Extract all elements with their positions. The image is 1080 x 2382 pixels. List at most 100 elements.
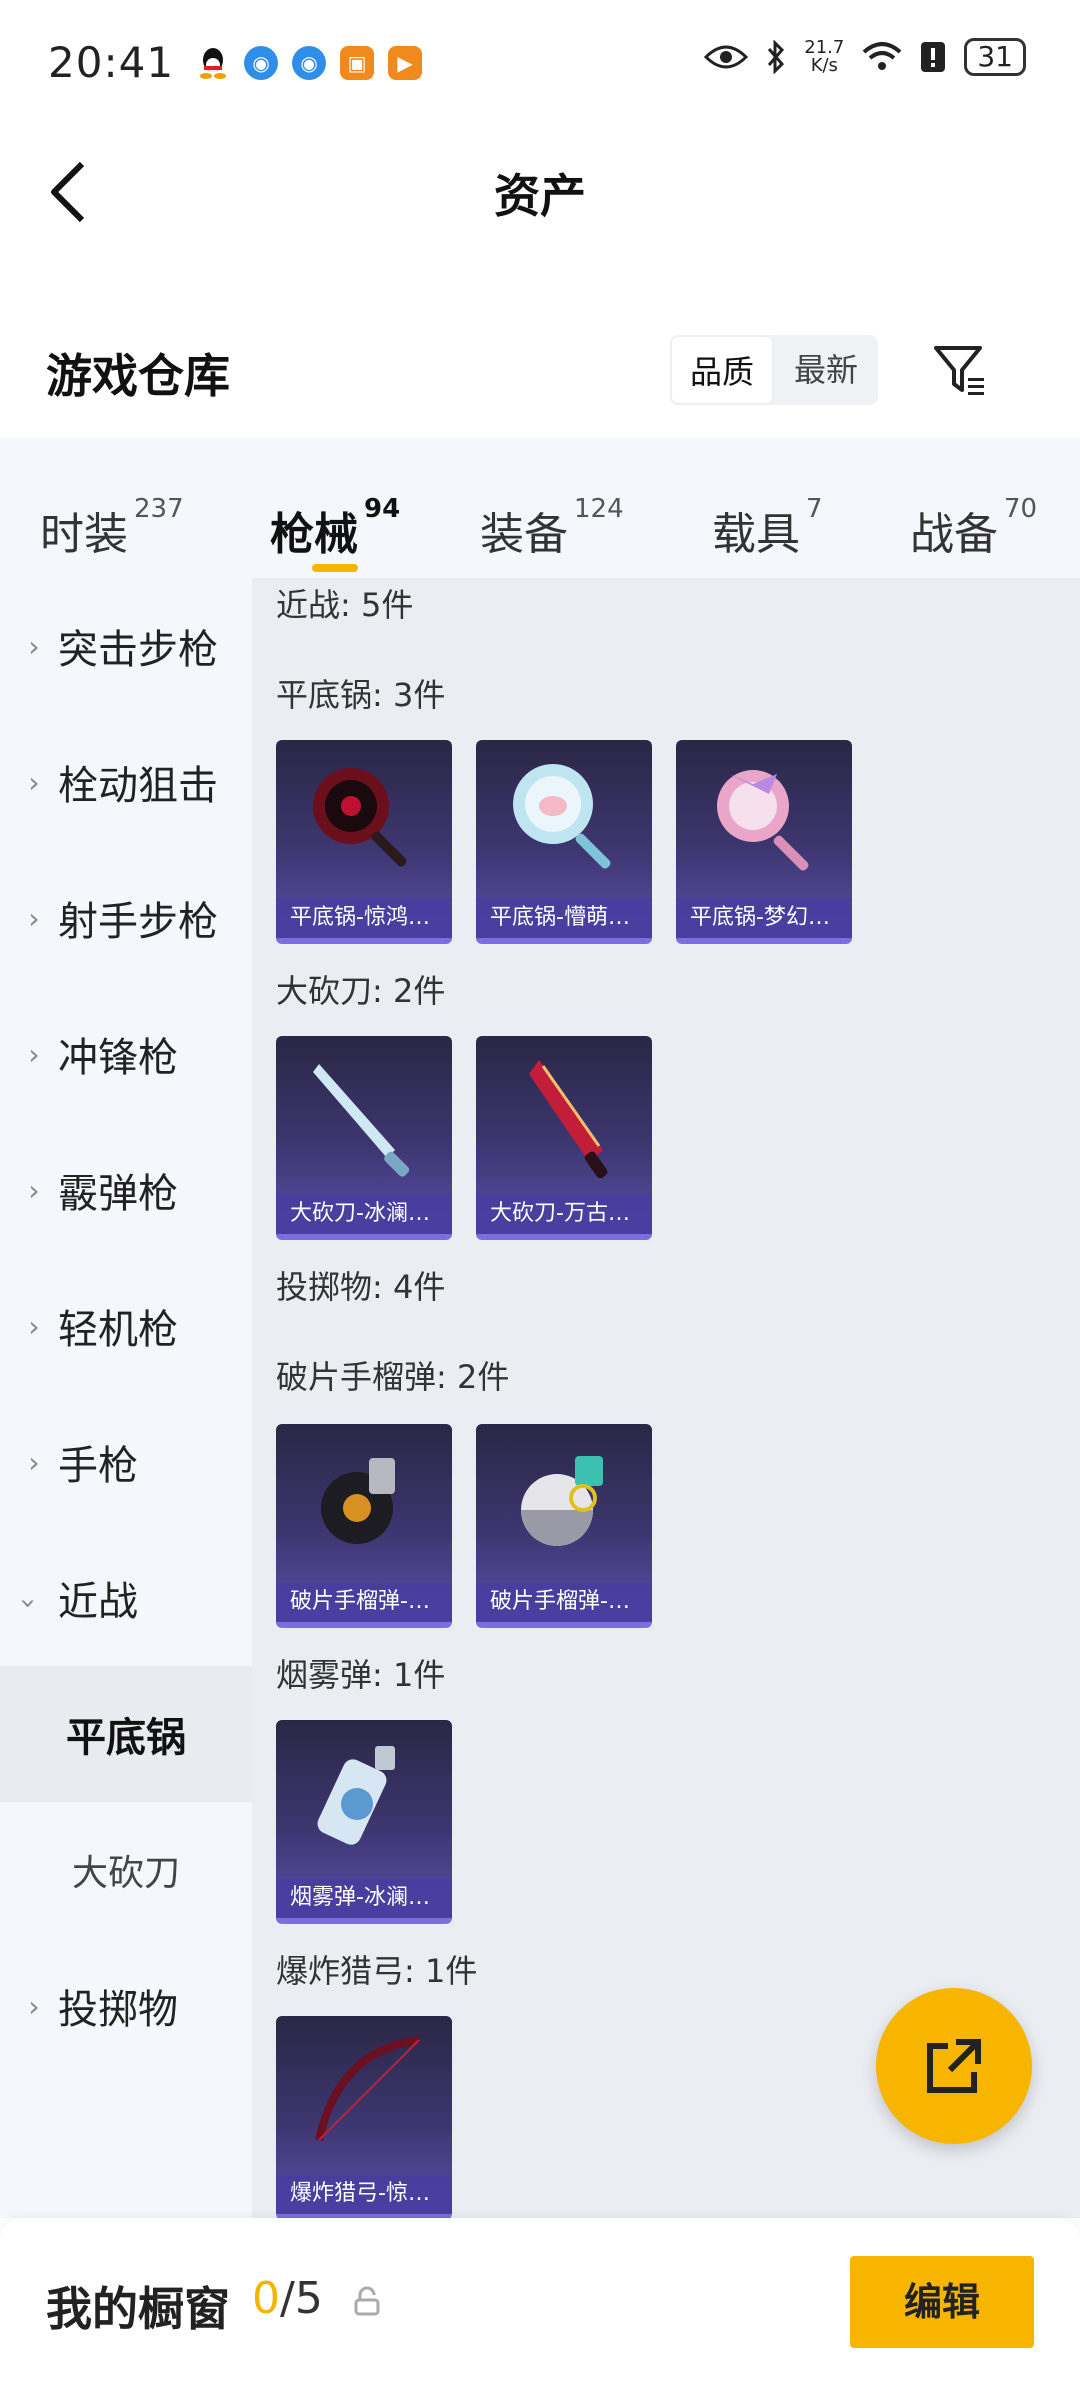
item-card[interactable]: 大砍刀-万古… bbox=[476, 1036, 652, 1240]
tab-fashion[interactable]: 时装 237 bbox=[40, 458, 270, 560]
item-image bbox=[476, 1036, 652, 1194]
tab-label: 载具 bbox=[712, 509, 800, 560]
group-header-throwables: 投掷物: 4件 bbox=[276, 1268, 446, 1306]
sidebar-item-label: 突击步枪 bbox=[58, 627, 218, 673]
item-card[interactable]: 大砍刀-冰澜… bbox=[276, 1036, 452, 1240]
item-name: 爆炸猎弓-惊… bbox=[276, 2174, 452, 2214]
weapon-type-sidebar: › 突击步枪 › 栓动狙击 › 射手步枪 › 冲锋枪 › 霰弹枪 › 轻机枪 ›… bbox=[0, 578, 252, 2218]
wifi-icon bbox=[863, 42, 902, 70]
battery-indicator: 31 bbox=[964, 38, 1026, 76]
tab-count: 237 bbox=[134, 494, 184, 524]
sidebar-item-shotgun[interactable]: › 霰弹枪 bbox=[0, 1122, 252, 1258]
item-name: 平底锅-梦幻… bbox=[676, 898, 852, 938]
tab-label: 时装 bbox=[40, 509, 128, 560]
item-name: 破片手榴弹-… bbox=[476, 1582, 652, 1622]
status-time: 20:41 bbox=[48, 38, 175, 87]
sort-latest-button[interactable]: 最新 bbox=[774, 335, 878, 405]
network-speed-unit: K/s bbox=[810, 55, 838, 76]
tab-label: 装备 bbox=[480, 509, 568, 560]
item-card[interactable]: 破片手榴弹-… bbox=[476, 1424, 652, 1628]
group-header-machete: 大砍刀: 2件 bbox=[276, 972, 446, 1010]
showcase-current: 0 bbox=[252, 2273, 280, 2324]
sidebar-item-lmg[interactable]: › 轻机枪 bbox=[0, 1258, 252, 1394]
bottom-bar: 我的橱窗 0/5 编辑 bbox=[0, 2218, 1080, 2382]
share-fab-button[interactable] bbox=[876, 1988, 1032, 2144]
sidebar-item-smg[interactable]: › 冲锋枪 bbox=[0, 986, 252, 1122]
item-image bbox=[276, 740, 452, 898]
sidebar-item-label: 冲锋枪 bbox=[58, 1035, 178, 1081]
group-header-pan: 平底锅: 3件 bbox=[276, 676, 446, 714]
item-image bbox=[276, 2016, 452, 2174]
sort-toggle: 品质 最新 bbox=[670, 335, 878, 405]
group-header-melee: 近战: 5件 bbox=[276, 586, 414, 624]
tab-label: 枪械 bbox=[270, 509, 358, 560]
sort-quality-button[interactable]: 品质 bbox=[670, 335, 774, 405]
eye-icon bbox=[704, 45, 749, 69]
item-name: 平底锅-惊鸿… bbox=[276, 898, 452, 938]
sidebar-item-marksman-rifle[interactable]: › 射手步枪 bbox=[0, 850, 252, 986]
showcase-label: 我的橱窗 bbox=[46, 2282, 230, 2336]
tab-firearms[interactable]: 枪械 94 bbox=[270, 458, 480, 572]
sidebar-item-label: 轻机枪 bbox=[58, 1307, 178, 1353]
sidebar-item-pistol[interactable]: › 手枪 bbox=[0, 1394, 252, 1530]
chevron-right-icon: › bbox=[28, 1445, 40, 1479]
item-card[interactable]: 破片手榴弹-… bbox=[276, 1424, 452, 1628]
edit-button[interactable]: 编辑 bbox=[850, 2256, 1034, 2348]
item-card[interactable]: 平底锅-梦幻… bbox=[676, 740, 852, 944]
sidebar-item-label: 近战 bbox=[58, 1579, 138, 1625]
network-speed: 21.7 K/s bbox=[804, 39, 844, 75]
chevron-right-icon: › bbox=[28, 629, 40, 663]
browser-icon-2: ◉ bbox=[292, 45, 327, 80]
chevron-right-icon: › bbox=[28, 1989, 40, 2023]
chevron-right-icon: › bbox=[28, 901, 40, 935]
sidebar-item-label: 射手步枪 bbox=[58, 899, 218, 945]
page-title: 资产 bbox=[494, 169, 586, 223]
item-card[interactable]: 平底锅-懵萌… bbox=[476, 740, 652, 944]
status-indicators: 21.7 K/s 31 bbox=[704, 38, 1026, 76]
sidebar-item-label: 手枪 bbox=[58, 1443, 138, 1489]
chevron-right-icon: › bbox=[28, 765, 40, 799]
group-header-frag-grenade: 破片手榴弹: 2件 bbox=[276, 1358, 510, 1396]
item-name: 破片手榴弹-… bbox=[276, 1582, 452, 1622]
item-name: 大砍刀-冰澜… bbox=[276, 1194, 452, 1234]
filter-button[interactable] bbox=[925, 335, 995, 405]
group-header-smoke: 烟雾弹: 1件 bbox=[276, 1656, 446, 1694]
tab-count: 70 bbox=[1004, 494, 1038, 524]
tab-vehicles[interactable]: 载具 7 bbox=[712, 458, 910, 560]
item-name: 烟雾弹-冰澜… bbox=[276, 1878, 452, 1918]
item-image bbox=[276, 1424, 452, 1582]
sidebar-subitem-machete[interactable]: 大砍刀 bbox=[0, 1802, 252, 1938]
chevron-down-icon: › bbox=[12, 1597, 46, 1609]
item-card[interactable]: 爆炸猎弓-惊… bbox=[276, 2016, 452, 2218]
item-image bbox=[276, 1036, 452, 1194]
filter-icon bbox=[934, 346, 984, 395]
item-list: 近战: 5件 平底锅: 3件 平底锅-惊鸿… 平底锅-懵萌… 平底锅-梦幻… 大… bbox=[252, 578, 1080, 2218]
lock-icon bbox=[354, 2286, 380, 2316]
showcase-count: 0/5 bbox=[252, 2273, 323, 2324]
tab-supplies[interactable]: 战备 70 bbox=[910, 458, 1038, 560]
category-tabs: 时装 237 枪械 94 装备 124 载具 7 战备 70 bbox=[0, 438, 1080, 578]
item-card[interactable]: 烟雾弹-冰澜… bbox=[276, 1720, 452, 1924]
tab-count: 7 bbox=[806, 494, 823, 524]
sidebar-item-bolt-sniper[interactable]: › 栓动狙击 bbox=[0, 714, 252, 850]
sidebar-item-assault-rifle[interactable]: › 突击步枪 bbox=[0, 578, 252, 714]
chevron-right-icon: › bbox=[28, 1037, 40, 1071]
video-icon: ▶ bbox=[388, 45, 423, 80]
tab-equipment[interactable]: 装备 124 bbox=[480, 458, 712, 560]
item-image bbox=[276, 1720, 452, 1878]
item-name: 大砍刀-万古… bbox=[476, 1194, 652, 1234]
sidebar-item-melee[interactable]: › 近战 bbox=[0, 1530, 252, 1666]
tab-count: 124 bbox=[574, 494, 624, 524]
status-bar: 20:41 ◉ ◉ ▣ ▶ 21.7 K/s 31 bbox=[0, 0, 1080, 125]
item-image bbox=[476, 740, 652, 898]
showcase-total: /5 bbox=[280, 2273, 323, 2324]
item-image bbox=[476, 1424, 652, 1582]
item-card[interactable]: 平底锅-惊鸿… bbox=[276, 740, 452, 944]
chevron-right-icon: › bbox=[28, 1309, 40, 1343]
header: 资产 bbox=[0, 125, 1080, 255]
item-name: 平底锅-懵萌… bbox=[476, 898, 652, 938]
sidebar-item-throwables[interactable]: › 投掷物 bbox=[0, 1938, 252, 2074]
sidebar-subitem-pan[interactable]: 平底锅 bbox=[0, 1666, 252, 1802]
chevron-right-icon: › bbox=[28, 1173, 40, 1207]
sidebar-item-label: 霰弹枪 bbox=[58, 1171, 178, 1217]
